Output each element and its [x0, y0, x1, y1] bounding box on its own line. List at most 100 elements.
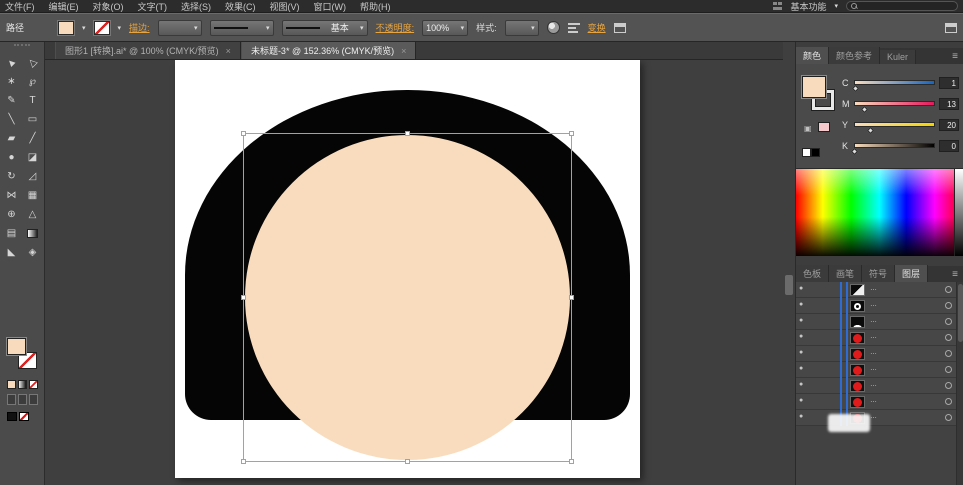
- shape-builder-tool[interactable]: ⊕: [1, 205, 22, 224]
- slider-thumb[interactable]: [852, 85, 859, 92]
- visibility-eye-icon[interactable]: ●: [799, 301, 803, 308]
- opacity-input[interactable]: 100%▾: [422, 20, 468, 36]
- panel-fill-swatch[interactable]: [802, 76, 826, 98]
- tab-color-guide[interactable]: 颜色参考: [829, 47, 880, 64]
- target-circle-icon[interactable]: [945, 302, 952, 309]
- menu-effect[interactable]: 效果(C): [225, 0, 256, 13]
- magenta-value[interactable]: 13: [939, 98, 959, 110]
- target-circle-icon[interactable]: [945, 350, 952, 357]
- cyan-value[interactable]: 1: [939, 77, 959, 89]
- draw-inside-button[interactable]: [29, 394, 38, 405]
- gradient-tool[interactable]: [22, 224, 43, 243]
- selection-handle[interactable]: [241, 459, 246, 464]
- layer-thumbnail[interactable]: [850, 364, 865, 376]
- style-dropdown[interactable]: ▾: [505, 20, 539, 36]
- document-tab-1[interactable]: 图形1 [转换].ai* @ 100% (CMYK/预览) ×: [55, 42, 241, 59]
- selection-handle[interactable]: [241, 131, 246, 136]
- recolor-artwork-icon[interactable]: [547, 21, 560, 34]
- target-circle-icon[interactable]: [945, 334, 952, 341]
- opacity-link[interactable]: 不透明度:: [376, 21, 415, 34]
- eyedropper-tool[interactable]: ◣: [1, 243, 22, 262]
- layer-thumbnail[interactable]: [850, 316, 865, 328]
- layer-row[interactable]: ●…: [796, 410, 963, 426]
- width-profile-dropdown[interactable]: ▾: [210, 20, 274, 36]
- black-value[interactable]: 0: [939, 140, 959, 152]
- scale-tool[interactable]: ◿: [22, 167, 43, 186]
- draw-normal-button[interactable]: [7, 394, 16, 405]
- toolbar-fill-swatch[interactable]: [7, 338, 26, 355]
- fill-dropdown-icon[interactable]: ▾: [82, 24, 86, 32]
- rotate-tool[interactable]: ↻: [1, 167, 22, 186]
- visibility-eye-icon[interactable]: ●: [799, 333, 803, 340]
- menu-view[interactable]: 视图(V): [270, 0, 300, 13]
- layer-row[interactable]: ●…: [796, 394, 963, 410]
- stroke-dropdown-icon[interactable]: ▾: [118, 24, 122, 32]
- slider-thumb[interactable]: [867, 127, 874, 134]
- yellow-value[interactable]: 20: [939, 119, 959, 131]
- blob-brush-tool[interactable]: ●: [1, 148, 22, 167]
- paintbrush-tool[interactable]: ▰: [1, 129, 22, 148]
- visibility-eye-icon[interactable]: ●: [799, 285, 803, 292]
- align-icon[interactable]: [568, 23, 580, 33]
- blend-tool[interactable]: ◈: [22, 243, 43, 262]
- target-circle-icon[interactable]: [945, 382, 952, 389]
- grayscale-ramp[interactable]: [954, 169, 963, 256]
- stroke-color-swatch[interactable]: [94, 21, 110, 35]
- mesh-tool[interactable]: ▤: [1, 224, 22, 243]
- visibility-eye-icon[interactable]: ●: [799, 413, 803, 420]
- layer-row[interactable]: ●…: [796, 378, 963, 394]
- gamut-color-swatch[interactable]: [818, 122, 830, 132]
- menu-edit[interactable]: 编辑(E): [49, 0, 79, 13]
- panel-menu-icon[interactable]: ≡: [947, 51, 963, 64]
- artboard[interactable]: [175, 60, 640, 478]
- slider-thumb[interactable]: [861, 106, 868, 113]
- menu-type[interactable]: 文字(T): [138, 0, 168, 13]
- black-slider[interactable]: [854, 143, 935, 148]
- none-swatch[interactable]: [19, 412, 29, 421]
- tab-layers[interactable]: 图层: [895, 265, 928, 282]
- layer-thumbnail[interactable]: [850, 284, 865, 296]
- layer-row[interactable]: ●…: [796, 282, 963, 298]
- close-icon[interactable]: ×: [401, 46, 406, 56]
- color-button[interactable]: [7, 380, 16, 389]
- target-circle-icon[interactable]: [945, 366, 952, 373]
- cyan-slider[interactable]: [854, 80, 935, 85]
- perspective-grid-tool[interactable]: △: [22, 205, 43, 224]
- visibility-eye-icon[interactable]: ●: [799, 381, 803, 388]
- selection-handle[interactable]: [405, 459, 410, 464]
- close-icon[interactable]: ×: [226, 46, 231, 56]
- rectangle-tool[interactable]: ▭: [22, 110, 43, 129]
- line-segment-tool[interactable]: ╲: [1, 110, 22, 129]
- out-of-gamut-cube-icon[interactable]: ▣: [804, 124, 812, 133]
- stroke-link[interactable]: 描边:: [129, 21, 150, 34]
- selection-handle[interactable]: [569, 459, 574, 464]
- tab-swatches[interactable]: 色板: [796, 265, 829, 282]
- control-panel-options-icon[interactable]: [945, 23, 957, 33]
- free-transform-tool[interactable]: ▦: [22, 186, 43, 205]
- visibility-eye-icon[interactable]: ●: [799, 397, 803, 404]
- draw-behind-button[interactable]: [18, 394, 27, 405]
- target-circle-icon[interactable]: [945, 318, 952, 325]
- layer-row[interactable]: ●…: [796, 346, 963, 362]
- dock-grip[interactable]: [785, 275, 793, 295]
- slider-thumb[interactable]: [851, 148, 858, 155]
- layer-row[interactable]: ●…: [796, 362, 963, 378]
- tab-color[interactable]: 颜色: [796, 47, 829, 64]
- panel-grip[interactable]: [14, 44, 30, 50]
- selection-handle[interactable]: [569, 295, 574, 300]
- black-swatch[interactable]: [811, 148, 820, 157]
- visibility-eye-icon[interactable]: ●: [799, 349, 803, 356]
- pencil-tool[interactable]: ╱: [22, 129, 43, 148]
- yellow-slider[interactable]: [854, 122, 935, 127]
- layer-row[interactable]: ●…: [796, 314, 963, 330]
- search-input[interactable]: [846, 1, 958, 11]
- fill-color-swatch[interactable]: [58, 21, 74, 35]
- type-tool[interactable]: T: [22, 91, 43, 110]
- target-circle-icon[interactable]: [945, 398, 952, 405]
- document-tab-2[interactable]: 未标题-3* @ 152.36% (CMYK/预览) ×: [241, 42, 416, 59]
- magenta-slider[interactable]: [854, 101, 935, 106]
- black-swatch[interactable]: [7, 412, 17, 421]
- visibility-eye-icon[interactable]: ●: [799, 317, 803, 324]
- layer-row[interactable]: ●…: [796, 330, 963, 346]
- layers-scrollbar[interactable]: [956, 282, 963, 485]
